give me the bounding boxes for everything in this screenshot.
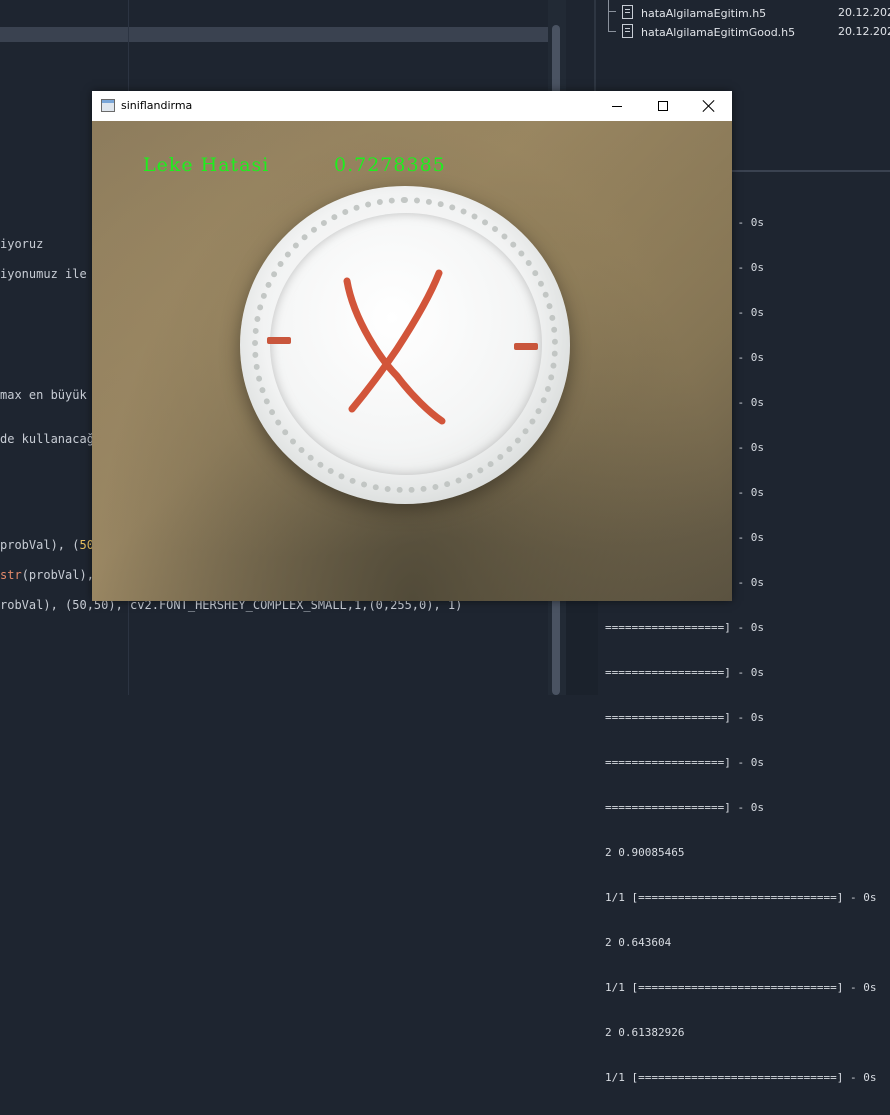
maximize-icon (658, 101, 668, 111)
classification-label: Leke Hatasi (143, 154, 270, 176)
code-line[interactable]: max en büyük o (0, 388, 101, 402)
output-line: ==================] - 0s (605, 801, 764, 814)
close-button[interactable] (686, 91, 732, 121)
output-line: ==================] - 0s (605, 756, 764, 769)
file-icon (622, 5, 633, 19)
code-line[interactable]: iyoruz (0, 237, 43, 251)
cap-tick-right (514, 343, 538, 350)
tree-connector (608, 31, 616, 32)
cap-tick-left (267, 337, 291, 344)
close-icon (703, 100, 715, 112)
output-line: 1/1 [==============================] - 0… (605, 891, 877, 904)
tree-connector (608, 0, 609, 32)
output-line: 2 0.90085465 (605, 846, 685, 859)
output-line: 2 0.61382926 (605, 1026, 685, 1039)
window-titlebar[interactable]: siniflandirma (92, 91, 732, 121)
output-line: 2 0.643604 (605, 936, 672, 949)
camera-frame: Leke Hatasi 0.7278385 (92, 121, 732, 601)
code-line[interactable]: probVal), (50 (0, 538, 94, 552)
window-title: siniflandirma (121, 99, 193, 112)
output-line: ==================] - 0s (605, 711, 764, 724)
code-line[interactable]: de kullanacağ (0, 432, 94, 446)
maximize-button[interactable] (640, 91, 686, 121)
output-line: ==================] - 0s (605, 666, 764, 679)
file-icon (622, 24, 633, 38)
window-app-icon (101, 99, 115, 112)
classification-score: 0.7278385 (334, 154, 446, 176)
file-date: 20.12.2022 (838, 25, 890, 38)
minimize-button[interactable] (594, 91, 640, 121)
output-line: ==================] - 0s (605, 621, 764, 634)
current-line-highlight (0, 27, 548, 42)
file-item[interactable]: hataAlgilamaEgitimGood.h5 (622, 24, 795, 39)
output-line: 1/1 [==============================] - 0… (605, 981, 877, 994)
stain-stroke (348, 269, 443, 413)
minimize-icon (612, 105, 622, 107)
file-item[interactable]: hataAlgilamaEgitim.h5 (622, 5, 766, 20)
code-line[interactable]: str(probVal), (0, 568, 94, 582)
file-date: 20.12.2022 (838, 6, 890, 19)
tree-connector (608, 11, 616, 12)
defect-marks (267, 269, 538, 425)
code-line[interactable]: iyonumuz ile (0, 267, 87, 281)
output-line: 1/1 [==============================] - 0… (605, 1071, 877, 1084)
image-window[interactable]: siniflandirma Leke Hatasi 0.7278385 (92, 91, 732, 601)
